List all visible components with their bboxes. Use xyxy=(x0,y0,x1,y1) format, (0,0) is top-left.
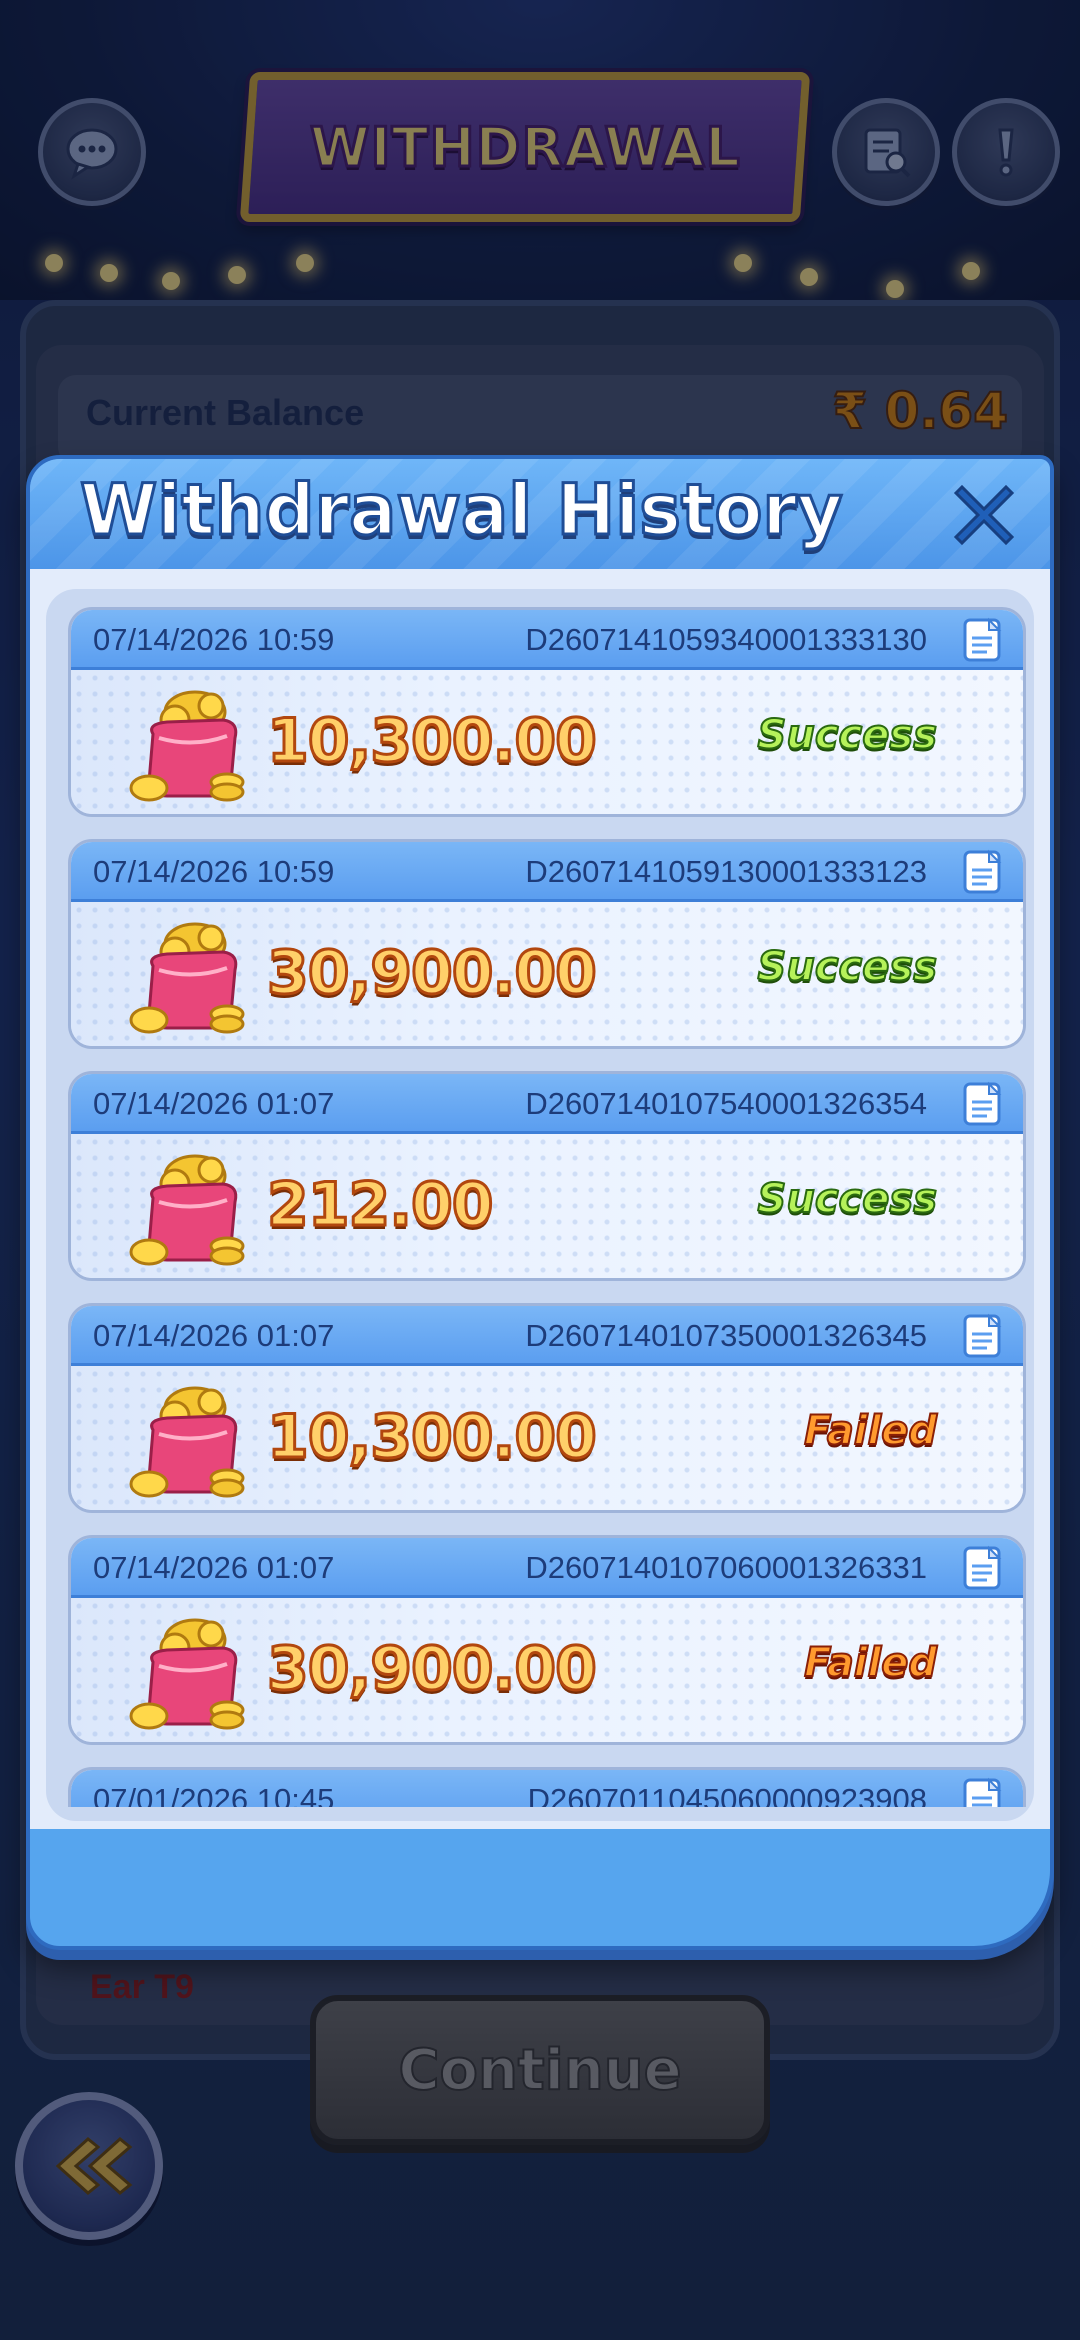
record-body: 10,300.00 Failed xyxy=(71,1366,1023,1510)
record-header: 07/14/2026 01:07 D2607140107350001326345 xyxy=(71,1306,1023,1366)
modal-body: 07/14/2026 10:59 D2607141059340001333130 xyxy=(30,569,1050,1829)
record-order-id: D2607141059130001333123 xyxy=(525,854,927,889)
record-body: 10,300.00 Success xyxy=(71,670,1023,814)
record-amount: 10,300.00 xyxy=(266,705,599,778)
record-status: Success xyxy=(757,943,938,991)
modal-header: Withdrawal History xyxy=(30,459,1050,569)
record-amount: 212.00 xyxy=(266,1169,496,1242)
coin-purse-icon xyxy=(129,1154,245,1266)
modal-title: Withdrawal History xyxy=(79,468,845,553)
history-record: 07/14/2026 01:07 D2607140107060001326331 xyxy=(68,1535,1026,1745)
record-header: 07/14/2026 01:07 D2607140107060001326331 xyxy=(71,1538,1023,1598)
record-status: Success xyxy=(757,711,938,759)
copy-document-icon[interactable] xyxy=(961,848,1007,896)
close-button[interactable] xyxy=(944,475,1024,555)
record-body: 30,900.00 Success xyxy=(71,902,1023,1046)
record-amount: 30,900.00 xyxy=(266,1633,599,1706)
modal-footer xyxy=(30,1829,1050,1944)
record-header: 07/01/2026 10:45 D2607011045060000923908 xyxy=(71,1770,1023,1807)
record-order-id: D2607140107350001326345 xyxy=(525,1318,927,1353)
copy-document-icon[interactable] xyxy=(961,1312,1007,1360)
record-status: Success xyxy=(757,1175,938,1223)
close-x-icon xyxy=(953,484,1015,546)
history-record: 07/14/2026 01:07 D2607140107540001326354 xyxy=(68,1071,1026,1281)
record-time: 07/14/2026 10:59 xyxy=(93,622,335,657)
coin-purse-icon xyxy=(129,1618,245,1730)
copy-document-icon[interactable] xyxy=(961,1080,1007,1128)
record-order-id: D2607011045060000923908 xyxy=(527,1782,927,1807)
record-header: 07/14/2026 10:59 D2607141059130001333123 xyxy=(71,842,1023,902)
record-time: 07/14/2026 10:59 xyxy=(93,854,335,889)
history-list[interactable]: 07/14/2026 10:59 D2607141059340001333130 xyxy=(68,607,1026,1807)
history-record: 07/14/2026 10:59 D2607141059340001333130 xyxy=(68,607,1026,817)
withdrawal-history-modal: Withdrawal History 07/14/2026 10:59 D260… xyxy=(26,455,1054,1950)
record-amount: 30,900.00 xyxy=(266,937,599,1010)
history-record: 07/01/2026 10:45 D2607011045060000923908 xyxy=(68,1767,1026,1807)
record-status: Failed xyxy=(803,1639,938,1687)
record-time: 07/14/2026 01:07 xyxy=(93,1550,335,1585)
record-status: Failed xyxy=(803,1407,938,1455)
record-header: 07/14/2026 01:07 D2607140107540001326354 xyxy=(71,1074,1023,1134)
copy-document-icon[interactable] xyxy=(961,1776,1007,1807)
copy-document-icon[interactable] xyxy=(961,1544,1007,1592)
record-amount: 10,300.00 xyxy=(266,1401,599,1474)
record-body: 30,900.00 Failed xyxy=(71,1598,1023,1742)
copy-document-icon[interactable] xyxy=(961,616,1007,664)
coin-purse-icon xyxy=(129,690,245,802)
history-list-frame: 07/14/2026 10:59 D2607141059340001333130 xyxy=(46,589,1034,1821)
record-header: 07/14/2026 10:59 D2607141059340001333130 xyxy=(71,610,1023,670)
record-time: 07/01/2026 10:45 xyxy=(93,1782,335,1807)
record-time: 07/14/2026 01:07 xyxy=(93,1086,335,1121)
record-body: 212.00 Success xyxy=(71,1134,1023,1278)
record-order-id: D2607141059340001333130 xyxy=(525,622,927,657)
record-order-id: D2607140107540001326354 xyxy=(525,1086,927,1121)
record-time: 07/14/2026 01:07 xyxy=(93,1318,335,1353)
coin-purse-icon xyxy=(129,922,245,1034)
history-record: 07/14/2026 10:59 D2607141059130001333123 xyxy=(68,839,1026,1049)
history-record: 07/14/2026 01:07 D2607140107350001326345 xyxy=(68,1303,1026,1513)
record-order-id: D2607140107060001326331 xyxy=(525,1550,927,1585)
coin-purse-icon xyxy=(129,1386,245,1498)
